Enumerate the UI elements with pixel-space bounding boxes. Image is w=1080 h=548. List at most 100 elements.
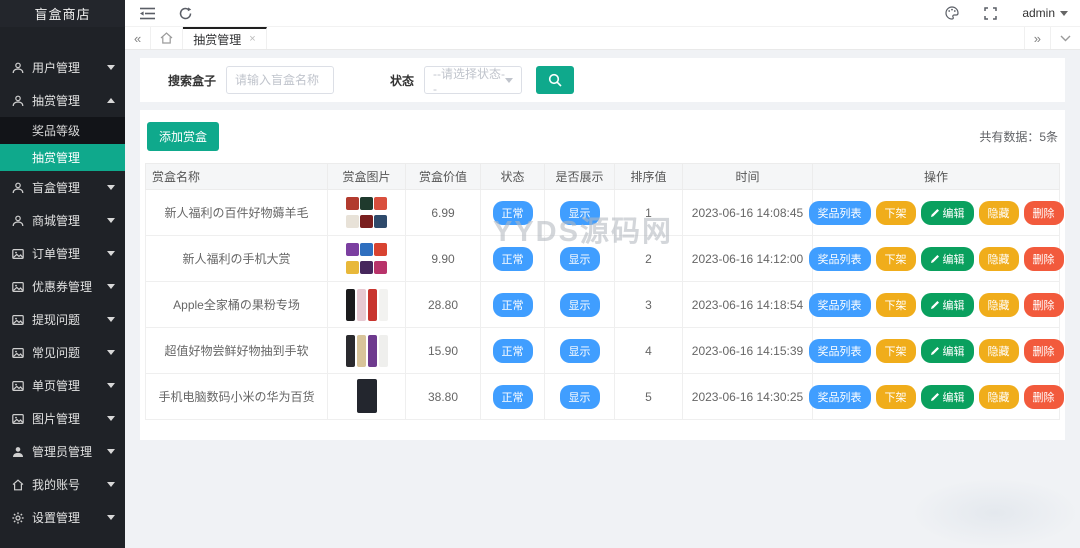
- search-input[interactable]: [226, 66, 335, 94]
- chevron-down-icon: [107, 185, 115, 190]
- status-badge[interactable]: 正常: [492, 292, 533, 317]
- off-shelf-button[interactable]: 下架: [875, 200, 916, 225]
- off-shelf-button[interactable]: 下架: [875, 292, 916, 317]
- sidebar-item-label: 常见问题: [32, 346, 81, 360]
- sidebar-item-user-management[interactable]: 用户管理: [0, 51, 125, 84]
- hide-button[interactable]: 隐藏: [978, 384, 1019, 409]
- admin-icon: [12, 445, 25, 458]
- sidebar-item-label: 商城管理: [32, 214, 81, 228]
- cell-show: 显示: [544, 373, 615, 420]
- sidebar-item-faq[interactable]: 常见问题: [0, 336, 125, 369]
- tab-menu-icon[interactable]: [1050, 27, 1080, 49]
- show-badge[interactable]: 显示: [559, 200, 600, 225]
- sidebar-item-admin-management[interactable]: 管理员管理: [0, 435, 125, 468]
- sidebar-subitem-prize-level[interactable]: 奖品等级: [0, 117, 125, 144]
- status-select[interactable]: --请选择状态--: [424, 66, 523, 96]
- product-image: [345, 241, 389, 277]
- show-badge[interactable]: 显示: [559, 246, 600, 271]
- delete-button[interactable]: 删除: [1023, 200, 1064, 225]
- sidebar-item-page-management[interactable]: 单页管理: [0, 369, 125, 402]
- column-header: 排序值: [614, 163, 683, 190]
- cell-time: 2023-06-16 14:15:39: [682, 327, 813, 374]
- image-icon: [12, 346, 25, 359]
- sidebar-item-order-management[interactable]: 订单管理: [0, 237, 125, 270]
- cell-show: 显示: [544, 281, 615, 328]
- sidebar-item-label: 用户管理: [32, 61, 81, 75]
- sidebar-item-lottery-management[interactable]: 抽赏管理: [0, 84, 125, 117]
- sidebar-item-settings-management[interactable]: 设置管理: [0, 501, 125, 534]
- edit-button[interactable]: 编辑: [920, 384, 974, 409]
- delete-button[interactable]: 删除: [1023, 246, 1064, 271]
- status-badge[interactable]: 正常: [492, 200, 533, 225]
- chevron-down-icon: [107, 383, 115, 388]
- refresh-icon[interactable]: [177, 5, 193, 21]
- sidebar-item-mall-management[interactable]: 商城管理: [0, 204, 125, 237]
- tabbar: « 抽赏管理 × »: [125, 27, 1080, 50]
- home-icon[interactable]: [151, 27, 184, 49]
- column-header: 赏盒图片: [327, 163, 406, 190]
- sidebar-item-image-management[interactable]: 图片管理: [0, 402, 125, 435]
- show-badge[interactable]: 显示: [559, 338, 600, 363]
- cell-show: 显示: [544, 235, 615, 282]
- edit-button[interactable]: 编辑: [920, 246, 974, 271]
- tab-抽赏管理[interactable]: 抽赏管理 ×: [183, 27, 267, 49]
- show-badge[interactable]: 显示: [559, 292, 600, 317]
- hide-button[interactable]: 隐藏: [978, 292, 1019, 317]
- tabbar-spacer: [267, 27, 1024, 49]
- cell-actions: 奖品列表 下架 编辑 隐藏 删除: [808, 373, 1064, 420]
- off-shelf-button[interactable]: 下架: [875, 246, 916, 271]
- edit-button[interactable]: 编辑: [920, 292, 974, 317]
- delete-button[interactable]: 删除: [1023, 338, 1064, 363]
- sidebar-item-blindbox-management[interactable]: 盲盒管理: [0, 171, 125, 204]
- cell-box-value: 28.80: [405, 281, 481, 328]
- admin-dropdown[interactable]: admin: [1022, 6, 1068, 20]
- cell-status: 正常: [480, 327, 545, 374]
- close-icon[interactable]: ×: [249, 33, 255, 45]
- off-shelf-button[interactable]: 下架: [875, 338, 916, 363]
- table-row: 手机电脑数码小米の华为百货 38.80 正常 显示 5 2023-06-16 14:30:…: [145, 373, 1064, 420]
- fold-menu-icon[interactable]: [139, 5, 155, 21]
- prize-list-button[interactable]: 奖品列表: [808, 292, 871, 317]
- scroll-right-icon[interactable]: »: [1023, 27, 1050, 49]
- status-badge[interactable]: 正常: [492, 384, 533, 409]
- sidebar-item-my-account[interactable]: 我的账号: [0, 468, 125, 501]
- delete-button[interactable]: 删除: [1023, 384, 1064, 409]
- hide-button[interactable]: 隐藏: [978, 246, 1019, 271]
- status-label: 状态: [390, 73, 415, 88]
- edit-button[interactable]: 编辑: [920, 200, 974, 225]
- column-header: 操作: [812, 163, 1060, 190]
- sidebar-item-label: 提现问题: [32, 313, 81, 327]
- sidebar-item-withdrawal-issues[interactable]: 提现问题: [0, 303, 125, 336]
- cell-show: 显示: [544, 189, 615, 236]
- hide-button[interactable]: 隐藏: [978, 338, 1019, 363]
- prize-list-button[interactable]: 奖品列表: [808, 338, 871, 363]
- sidebar-subitem-lottery-management[interactable]: 抽赏管理: [0, 144, 125, 171]
- image-icon: [12, 280, 25, 293]
- product-image: [345, 285, 388, 321]
- cell-time: 2023-06-16 14:30:25: [682, 373, 813, 420]
- collapse-left-icon[interactable]: «: [125, 27, 152, 49]
- status-badge[interactable]: 正常: [492, 338, 533, 363]
- show-badge[interactable]: 显示: [559, 384, 600, 409]
- status-badge[interactable]: 正常: [492, 246, 533, 271]
- column-header: 赏盒价值: [405, 163, 481, 190]
- cell-time: 2023-06-16 14:18:54: [682, 281, 813, 328]
- prize-list-button[interactable]: 奖品列表: [808, 200, 871, 225]
- off-shelf-button[interactable]: 下架: [875, 384, 916, 409]
- search-button[interactable]: [536, 66, 575, 94]
- add-box-button[interactable]: 添加赏盒: [147, 122, 220, 151]
- sidebar-item-coupon-management[interactable]: 优惠券管理: [0, 270, 125, 303]
- prize-list-button[interactable]: 奖品列表: [808, 246, 871, 271]
- fullscreen-icon[interactable]: [982, 5, 998, 21]
- hide-button[interactable]: 隐藏: [978, 200, 1019, 225]
- theme-palette-icon[interactable]: [944, 5, 960, 21]
- chevron-down-icon: [107, 284, 115, 289]
- search-panel: 搜索盒子 状态 --请选择状态--: [140, 58, 1065, 102]
- cell-actions: 奖品列表 下架 编辑 隐藏 删除: [808, 327, 1064, 374]
- app-root: 盲盒商店 用户管理 抽赏管理 奖品等级 抽赏管理 盲盒管理 商城管理 订单管理 优惠券管理 提现…: [0, 0, 1080, 548]
- delete-button[interactable]: 删除: [1023, 292, 1064, 317]
- cell-box-value: 9.90: [405, 235, 481, 282]
- prize-list-button[interactable]: 奖品列表: [808, 384, 871, 409]
- edit-button[interactable]: 编辑: [920, 338, 974, 363]
- cell-box-image: [327, 189, 406, 236]
